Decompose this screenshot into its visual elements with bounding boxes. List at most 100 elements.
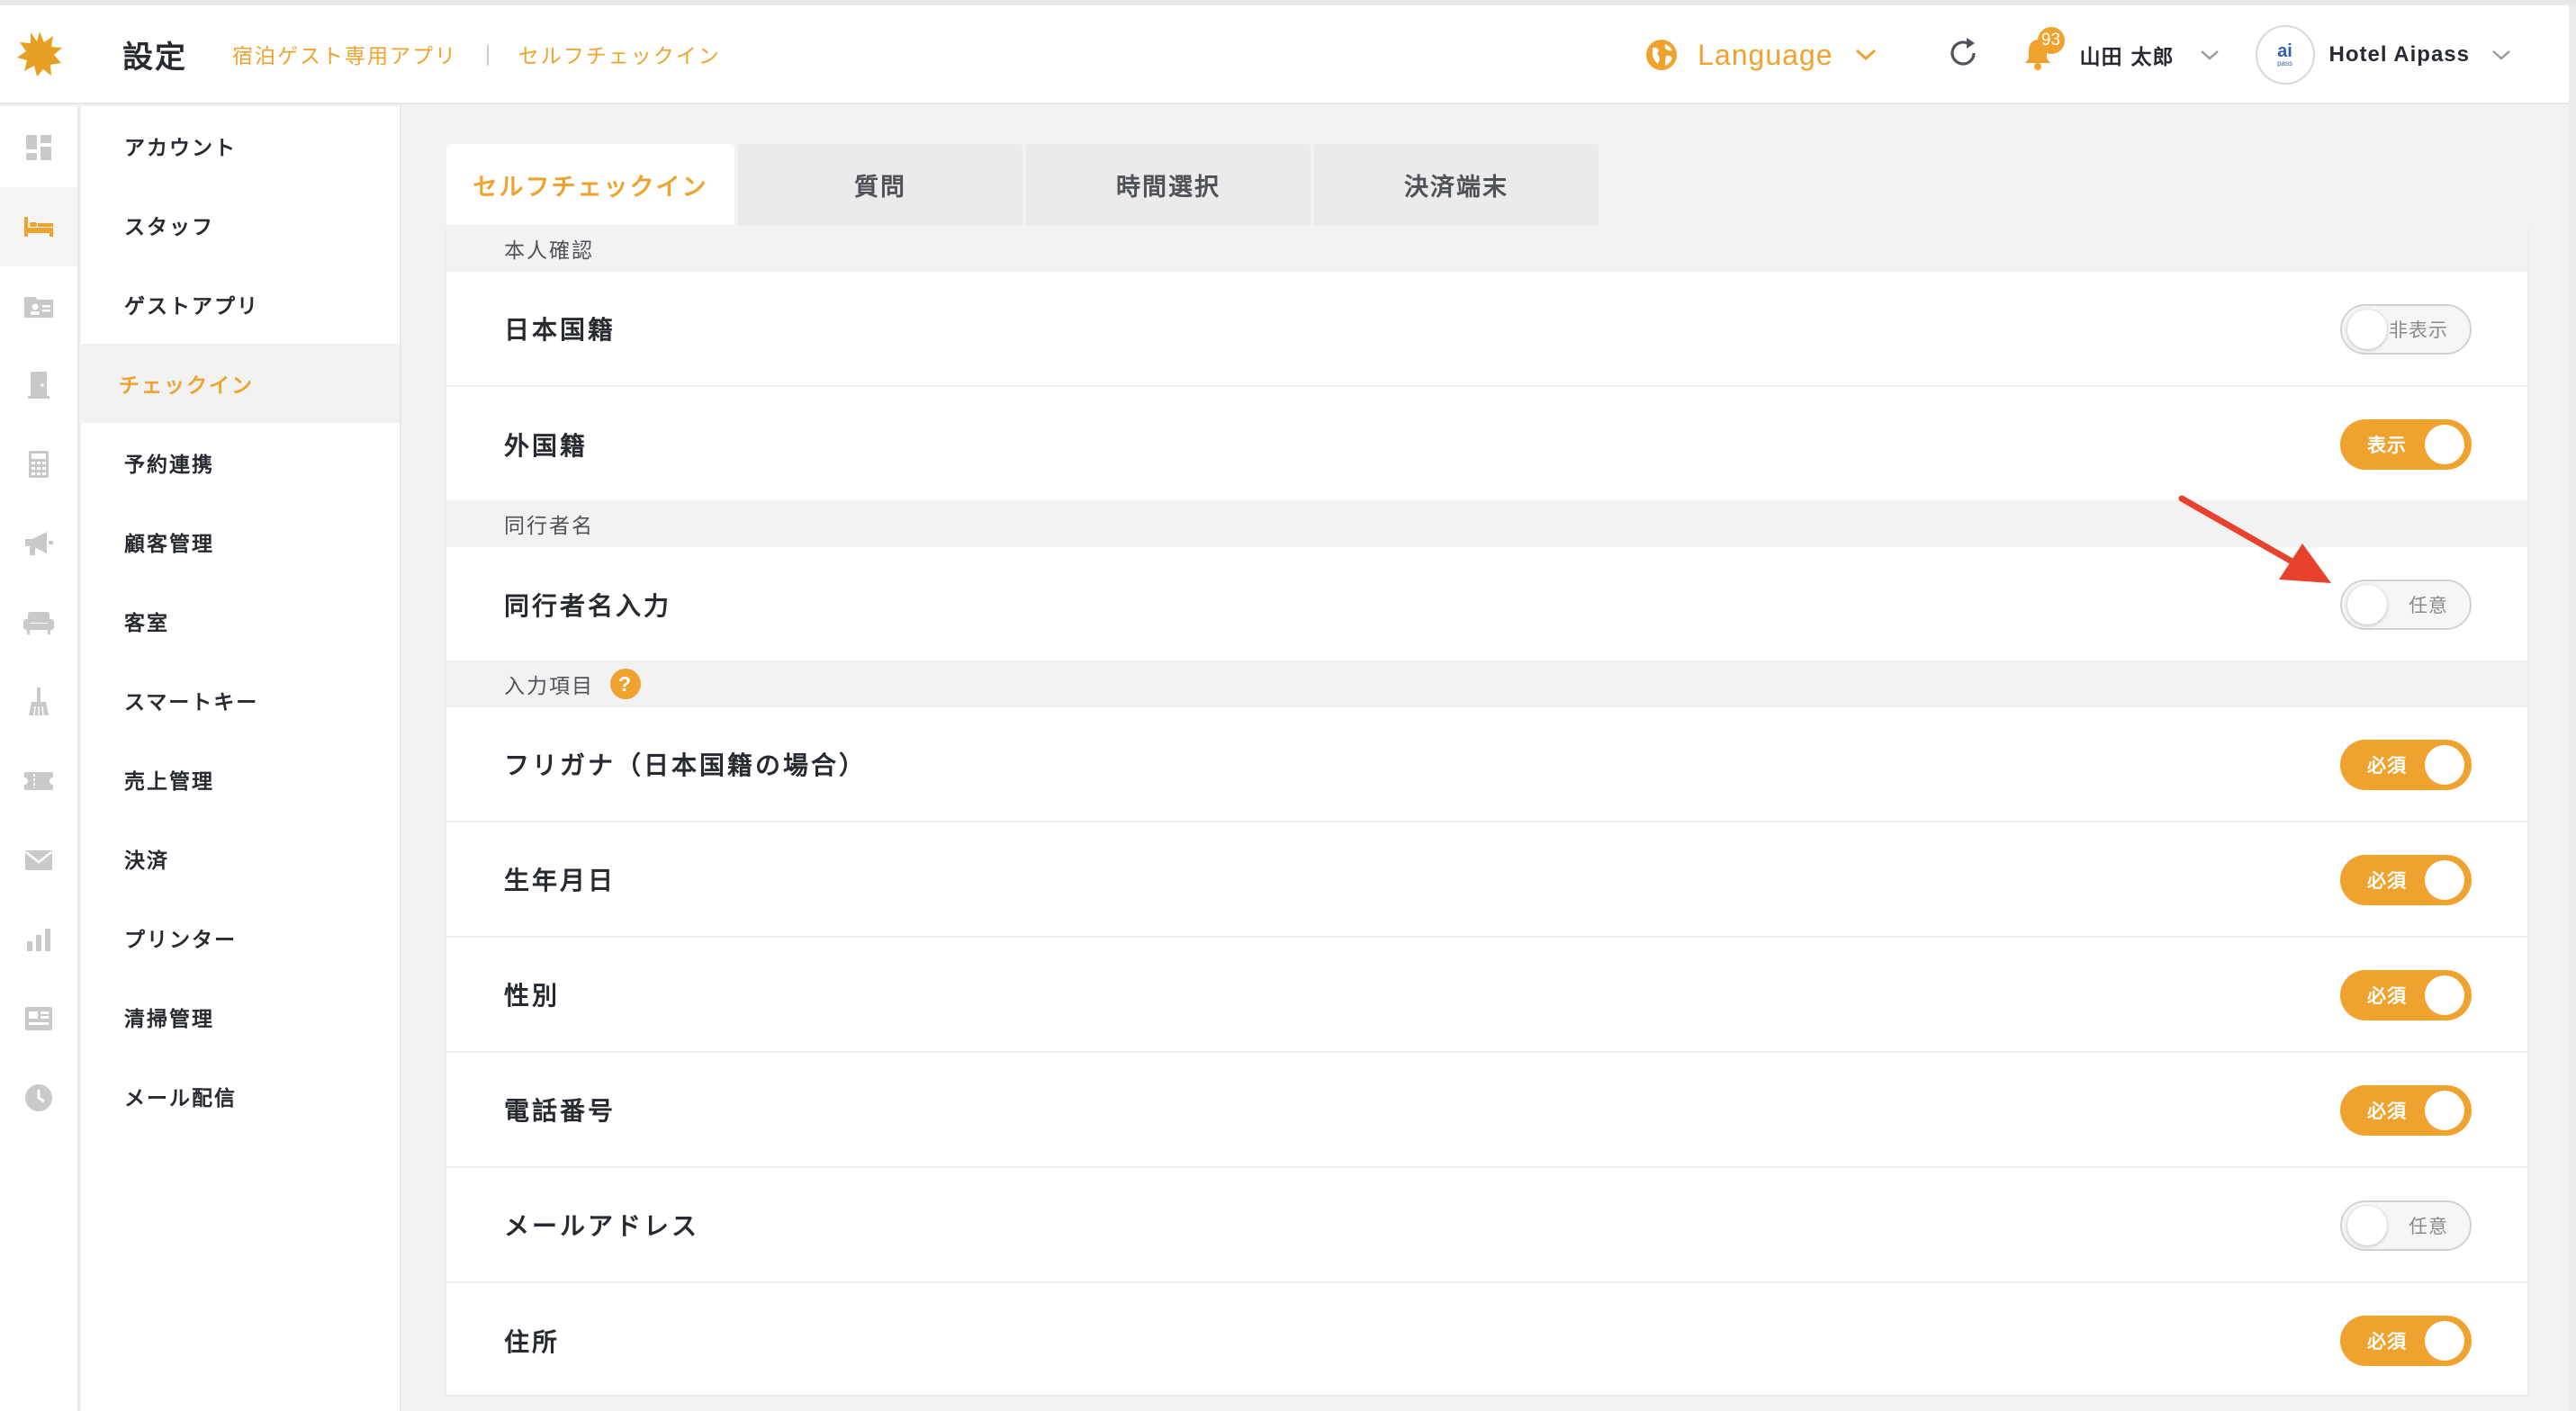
- icon-rail: [0, 106, 79, 1411]
- menu-item-cleaning[interactable]: 清掃管理: [81, 977, 400, 1056]
- user-menu[interactable]: 山田 太郎: [2080, 40, 2175, 70]
- settings-card: 本人確認 日本国籍 非表示 外国籍 表示 同行者名 同行者名入力 任意 入力項目…: [446, 225, 2527, 1395]
- settings-tabs: セルフチェックイン 質問 時間選択 決済端末: [446, 144, 1602, 225]
- setting-label: 住所: [504, 1327, 561, 1357]
- setting-row-phone: 電話番号 必須: [446, 1053, 2527, 1168]
- rail-dashboard[interactable]: [0, 108, 77, 187]
- page-scrollbar[interactable]: [2569, 5, 2576, 1411]
- chevron-down-icon[interactable]: [2200, 49, 2220, 61]
- sun-logo-icon: [17, 31, 62, 76]
- toggle-knob: [2425, 425, 2464, 464]
- setting-label: 日本国籍: [504, 315, 617, 345]
- app-logo[interactable]: [0, 4, 79, 103]
- requirement-toggle[interactable]: 必須: [2340, 855, 2472, 905]
- rail-billing[interactable]: [0, 425, 77, 504]
- toggle-knob: [2425, 975, 2464, 1015]
- top-header: 設定 宿泊ゲスト専用アプリ | セルフチェックイン Language 93 山田…: [0, 5, 2576, 104]
- setting-row-address: 住所 必須: [446, 1283, 2527, 1398]
- sofa-icon: [23, 612, 54, 634]
- toggle-label: 必須: [2367, 755, 2407, 777]
- rail-analytics[interactable]: [0, 900, 77, 979]
- toggle-label: 表示: [2367, 435, 2407, 456]
- requirement-toggle[interactable]: 任意: [2340, 1200, 2472, 1251]
- tab-payment-terminal[interactable]: 決済端末: [1314, 144, 1599, 225]
- menu-item-reservation-sync[interactable]: 予約連携: [81, 423, 400, 502]
- menu-item-staff[interactable]: スタッフ: [81, 185, 400, 265]
- rail-history[interactable]: [0, 1058, 77, 1137]
- header-actions: Language 93 山田 太郎 ai pass Hotel Aipass: [1645, 5, 2576, 104]
- menu-item-sales[interactable]: 売上管理: [81, 740, 400, 819]
- toggle-knob: [2425, 1091, 2464, 1130]
- visibility-toggle[interactable]: 表示: [2340, 419, 2472, 470]
- rail-announcements[interactable]: [0, 504, 77, 583]
- news-icon: [25, 1007, 52, 1030]
- setting-row-foreign-nationality: 外国籍 表示: [446, 387, 2527, 502]
- rail-coupons[interactable]: [0, 741, 77, 821]
- toggle-label: 必須: [2367, 1331, 2407, 1353]
- toggle-label: 非表示: [2389, 319, 2448, 341]
- menu-item-checkin[interactable]: チェックイン: [81, 344, 400, 423]
- requirement-toggle[interactable]: 必須: [2340, 1316, 2472, 1366]
- menu-item-smart-key[interactable]: スマートキー: [81, 661, 400, 740]
- clock-icon: [25, 1084, 52, 1111]
- toggle-knob: [2347, 1206, 2387, 1245]
- tab-questions[interactable]: 質問: [738, 144, 1022, 225]
- notifications-button[interactable]: 93: [2022, 27, 2065, 74]
- menu-item-printer[interactable]: プリンター: [81, 898, 400, 977]
- tab-time-selection[interactable]: 時間選択: [1026, 144, 1311, 225]
- section-header-identity: 本人確認: [446, 225, 2527, 272]
- requirement-toggle[interactable]: 必須: [2340, 970, 2472, 1020]
- toggle-knob: [2425, 860, 2464, 900]
- menu-item-payment[interactable]: 決済: [81, 819, 400, 898]
- refresh-icon: [1950, 38, 1976, 66]
- setting-label: メールアドレス: [504, 1211, 700, 1241]
- rail-facilities[interactable]: [0, 583, 77, 662]
- megaphone-icon: [25, 532, 53, 555]
- chevron-down-icon: [1855, 49, 1876, 61]
- setting-label: 電話番号: [504, 1096, 617, 1126]
- section-title: 入力項目: [504, 675, 594, 698]
- globe-icon: [1646, 40, 1678, 70]
- calculator-icon: [29, 451, 49, 478]
- help-icon[interactable]: ?: [610, 669, 641, 699]
- setting-row-birthdate: 生年月日 必須: [446, 822, 2527, 938]
- requirement-toggle[interactable]: 必須: [2340, 1085, 2472, 1136]
- section-header-input-fields: 入力項目 ?: [446, 661, 2527, 707]
- requirement-toggle[interactable]: 必須: [2340, 740, 2472, 790]
- rail-reports[interactable]: [0, 979, 77, 1058]
- section-title: 本人確認: [504, 239, 594, 263]
- breadcrumb-guest-app[interactable]: 宿泊ゲスト専用アプリ: [232, 39, 457, 69]
- toggle-knob: [2425, 745, 2464, 785]
- chevron-down-icon[interactable]: [2491, 49, 2511, 61]
- rail-lodging[interactable]: [0, 187, 77, 266]
- setting-row-furigana: フリガナ（日本国籍の場合） 必須: [446, 707, 2527, 822]
- toggle-label: 必須: [2367, 870, 2407, 892]
- toggle-knob: [2347, 585, 2387, 625]
- setting-row-gender: 性別 必須: [446, 938, 2527, 1053]
- menu-item-account[interactable]: アカウント: [81, 106, 400, 185]
- setting-label: フリガナ（日本国籍の場合）: [504, 750, 868, 780]
- rail-messages[interactable]: [0, 821, 77, 900]
- hotel-avatar[interactable]: ai pass: [2255, 25, 2315, 85]
- setting-row-email: メールアドレス 任意: [446, 1168, 2527, 1283]
- rail-cleaning[interactable]: [0, 662, 77, 741]
- menu-item-customers[interactable]: 顧客管理: [81, 502, 400, 581]
- menu-item-mail-delivery[interactable]: メール配信: [81, 1056, 400, 1136]
- breadcrumb-self-checkin[interactable]: セルフチェックイン: [518, 39, 721, 69]
- refresh-button[interactable]: [1945, 35, 1981, 75]
- menu-item-guest-app[interactable]: ゲストアプリ: [81, 265, 400, 344]
- rail-checkin[interactable]: [0, 346, 77, 425]
- id-card-icon: [24, 297, 53, 318]
- toggle-label: 必須: [2367, 985, 2407, 1007]
- toggle-knob: [2425, 1321, 2464, 1361]
- visibility-toggle[interactable]: 非表示: [2340, 304, 2472, 355]
- settings-menu: アカウント スタッフ ゲストアプリ チェックイン 予約連携 顧客管理 客室 スマ…: [81, 106, 401, 1411]
- tab-self-checkin[interactable]: セルフチェックイン: [446, 144, 734, 225]
- hotel-switcher[interactable]: Hotel Aipass: [2329, 42, 2470, 67]
- setting-label: 生年月日: [504, 866, 617, 895]
- language-selector[interactable]: Language: [1645, 39, 1876, 72]
- menu-item-rooms[interactable]: 客室: [81, 581, 400, 661]
- requirement-toggle[interactable]: 任意: [2340, 580, 2472, 630]
- dashboard-icon: [26, 135, 51, 160]
- rail-guests[interactable]: [0, 266, 77, 346]
